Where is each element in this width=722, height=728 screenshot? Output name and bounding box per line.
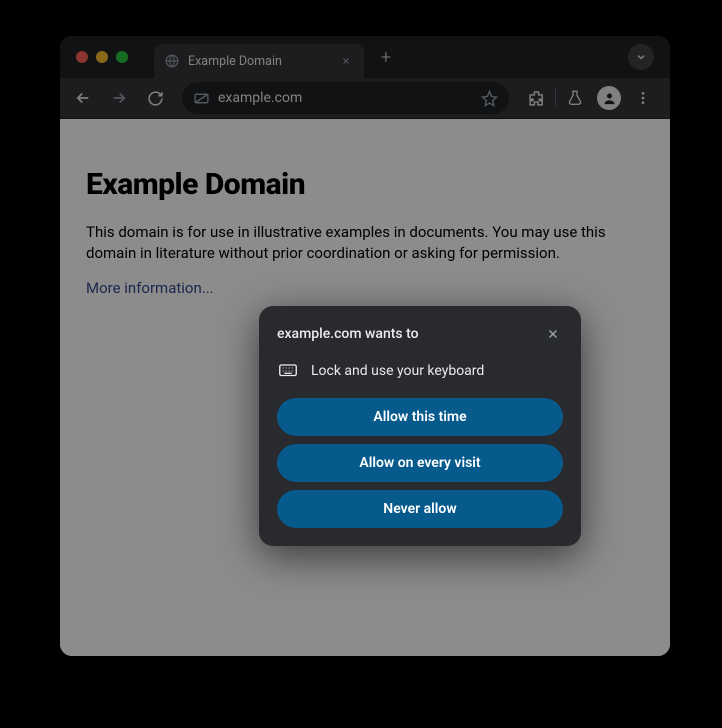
dialog-close-button[interactable] xyxy=(543,324,563,344)
allow-once-button[interactable]: Allow this time xyxy=(277,398,563,436)
permission-row: Lock and use your keyboard xyxy=(277,362,563,380)
permission-dialog: example.com wants to Lock and use your k… xyxy=(259,306,581,546)
keyboard-icon xyxy=(279,362,297,380)
dialog-title: example.com wants to xyxy=(277,326,419,342)
permission-label: Lock and use your keyboard xyxy=(311,363,484,379)
allow-every-visit-button[interactable]: Allow on every visit xyxy=(277,444,563,482)
never-allow-button[interactable]: Never allow xyxy=(277,490,563,528)
browser-window: Example Domain + xyxy=(60,36,670,656)
